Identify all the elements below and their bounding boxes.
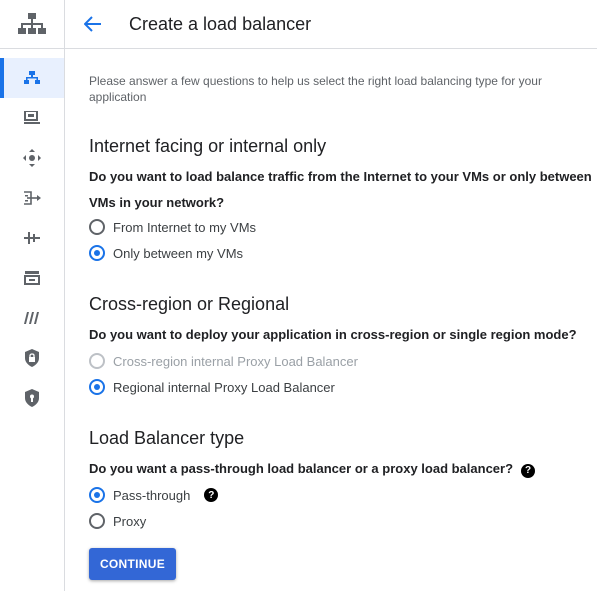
product-logo[interactable] [0, 0, 64, 49]
radio-label: Cross-region internal Proxy Load Balance… [113, 353, 358, 369]
radio-only-between-vms[interactable]: Only between my VMs [89, 243, 243, 263]
radio-button[interactable] [89, 513, 105, 529]
nav-secure-web-proxy[interactable] [0, 378, 64, 418]
radio-label: Proxy [113, 513, 147, 529]
radio-from-internet[interactable]: From Internet to my VMs [89, 217, 256, 237]
nav-service-directory[interactable] [0, 298, 64, 338]
secure-web-proxy-icon [25, 389, 39, 407]
radio-cross-region-proxy: Cross-region internal Proxy Load Balance… [89, 351, 358, 371]
radio-pass-through[interactable]: Pass-through ? [89, 485, 219, 505]
page-title: Create a load balancer [129, 13, 312, 34]
cloud-armor-icon [25, 349, 39, 367]
radio-label: Regional internal Proxy Load Balancer [113, 379, 335, 395]
radio-label: Pass-through [113, 487, 191, 503]
radio-label: Only between my VMs [113, 245, 244, 261]
nav-cdn[interactable] [0, 218, 64, 258]
service-directory-icon [24, 312, 39, 324]
vm-icon [24, 111, 40, 124]
load-balancing-icon [24, 71, 40, 84]
section-title-cross-region: Cross-region or Regional [89, 294, 290, 314]
nav-cloud-dns[interactable] [0, 178, 64, 218]
radio-button[interactable] [89, 379, 105, 395]
nav-nat[interactable] [0, 258, 64, 298]
continue-button[interactable]: CONTINUE [89, 548, 176, 580]
traffic-director-icon [23, 149, 41, 167]
radio-label: From Internet to my VMs [113, 219, 257, 235]
radio-proxy[interactable]: Proxy [89, 511, 146, 531]
nav-load-balancing[interactable] [0, 58, 64, 98]
question-lb-type: Do you want a pass-through load balancer… [89, 456, 594, 482]
help-icon[interactable]: ? [204, 488, 219, 502]
cloud-dns-icon [24, 191, 41, 205]
nat-icon [24, 271, 40, 285]
section-title-lb-type: Load Balancer type [89, 428, 245, 448]
question-internet-facing: Do you want to load balance traffic from… [89, 169, 592, 210]
radio-button[interactable] [89, 245, 105, 261]
left-nav-rail [0, 0, 65, 591]
page-header: Create a load balancer [65, 0, 597, 49]
cdn-icon [24, 232, 40, 244]
arrow-back-icon [84, 16, 101, 32]
nav-cloud-armor[interactable] [0, 338, 64, 378]
radio-regional-proxy[interactable]: Regional internal Proxy Load Balancer [89, 377, 335, 397]
nav-vm[interactable] [0, 98, 64, 138]
nav-traffic-director[interactable] [0, 138, 64, 178]
help-icon[interactable]: ? [521, 464, 536, 478]
section-title-internet-facing: Internet facing or internal only [89, 136, 327, 156]
network-services-icon [18, 13, 46, 34]
back-button[interactable] [69, 0, 117, 48]
radio-button[interactable] [89, 219, 105, 235]
question-cross-region: Do you want to deploy your application i… [89, 327, 577, 342]
intro-text: Please answer a few questions to help us… [89, 74, 542, 104]
question-text: Do you want a pass-through load balancer… [89, 461, 514, 476]
radio-button [89, 353, 105, 369]
radio-button[interactable] [89, 487, 105, 503]
